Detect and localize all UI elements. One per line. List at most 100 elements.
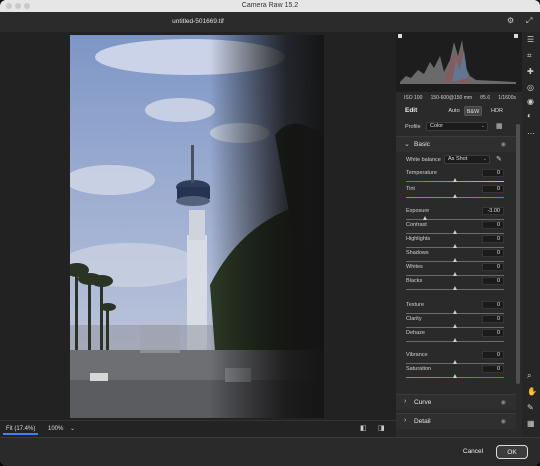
basic-section-header[interactable]: ⌄ Basic ◉ [396,136,516,152]
shadows-thumb[interactable] [452,258,457,262]
tool-rail: ☰ ⌗ ✚ ◎ ◉ ◐ ⋯ ⌕ ✋ ✎ ▦ [522,32,540,437]
saturation-label: Saturation [406,366,432,372]
chevron-down-icon: ⌄ [404,141,410,148]
contrast-value-field[interactable]: 0 [482,221,504,229]
vibrance-value-field[interactable]: 0 [482,351,504,359]
masking-icon[interactable]: ◎ [527,84,534,92]
profile-select[interactable]: Color ⌄ [426,122,488,131]
whites-label: Whites [406,264,423,270]
tint-slider[interactable]: Tint 0 [396,185,516,208]
exposure-label: Exposure [406,208,430,214]
image-canvas[interactable] [0,32,396,420]
temperature-thumb[interactable] [452,178,457,182]
white-balance-label: White balance [406,157,441,163]
dehaze-slider[interactable]: Dehaze 0 [396,329,516,352]
white-balance-value: As Shot [448,156,468,162]
iso-value: ISO 100 [404,95,423,101]
window-title: Camera Raw 15.2 [241,2,299,9]
chevron-down-icon: ⌄ [480,123,485,129]
exposure-thumb[interactable] [423,216,428,220]
document-bar: untitled-501669.tif ⚙ ⤢ [0,12,540,32]
grid-icon[interactable]: ▦ [527,420,535,428]
color-sampler-icon[interactable]: ✎ [527,404,534,412]
clarity-thumb[interactable] [452,324,457,328]
contrast-thumb[interactable] [452,230,457,234]
saturation-thumb[interactable] [452,374,457,378]
whites-thumb[interactable] [452,272,457,276]
highlights-value-field[interactable]: 0 [482,235,504,243]
profile-browser-icon[interactable]: ▦ [496,123,503,131]
edit-header: Edit Auto B&W HDR [396,104,516,118]
photo-image [70,35,324,418]
ok-button[interactable]: OK [496,445,528,459]
highlights-thumb[interactable] [452,244,457,248]
presets-icon[interactable]: ◐ [527,112,532,120]
photo-preview [70,35,324,418]
shadows-label: Shadows [406,250,429,256]
edit-panel: ISO 100 150-600@150 mm f/5.6 1/1600s Edi… [396,32,522,437]
zoom-icon[interactable]: ⌕ [527,372,531,380]
chevron-down-icon: ⌄ [482,156,487,162]
cancel-button[interactable]: Cancel [454,445,492,459]
detail-section-title: Detail [414,418,431,425]
clarity-value-field[interactable]: 0 [482,315,504,323]
temperature-value-field[interactable]: 0 [482,169,504,177]
tint-value-field[interactable]: 0 [482,185,504,193]
edit-sliders-icon[interactable]: ☰ [527,36,534,44]
zoom-level-button[interactable]: 100% [48,426,63,432]
vibrance-thumb[interactable] [452,360,457,364]
vibrance-label: Vibrance [406,352,428,358]
exposure-value-field[interactable]: -3.00 [482,207,504,215]
white-balance-row: White balance As Shot ⌄ ✎ [396,154,516,166]
tint-label: Tint [406,186,415,192]
eyedropper-icon[interactable]: ✎ [496,156,502,164]
curve-section-header[interactable]: › Curve ◉ [396,394,516,410]
healing-icon[interactable]: ✚ [527,68,534,76]
blacks-thumb[interactable] [452,286,457,290]
shadows-value-field[interactable]: 0 [482,249,504,257]
whites-value-field[interactable]: 0 [482,263,504,271]
chevron-down-icon[interactable]: ⌄ [70,425,75,433]
dialog-buttons: Cancel OK [0,437,540,466]
dehaze-value-field[interactable]: 0 [482,329,504,337]
exposure-track[interactable] [406,219,504,220]
crop-icon[interactable]: ⌗ [527,52,532,60]
bw-button[interactable]: B&W [464,106,482,116]
visibility-eye-icon[interactable]: ◉ [501,418,506,425]
title-bar: Camera Raw 15.2 [0,0,540,12]
detail-section-header[interactable]: › Detail ◉ [396,413,516,429]
focal-length-value: 150-600@150 mm [430,95,473,101]
before-after-icon[interactable]: ◧ [360,425,367,433]
texture-thumb[interactable] [452,310,457,314]
fullscreen-icon[interactable]: ⤢ [526,17,532,25]
histogram[interactable] [396,32,522,92]
camera-metadata: ISO 100 150-600@150 mm f/5.6 1/1600s [396,92,522,104]
camera-raw-window: Camera Raw 15.2 untitled-501669.tif ⚙ ⤢ [0,0,540,466]
white-balance-select[interactable]: As Shot ⌄ [444,155,490,164]
hand-icon[interactable]: ✋ [527,388,537,396]
clarity-label: Clarity [406,316,422,322]
hdr-button[interactable]: HDR [488,106,506,116]
blacks-value-field[interactable]: 0 [482,277,504,285]
auto-button[interactable]: Auto [446,106,462,116]
dehaze-thumb[interactable] [452,338,457,342]
saturation-value-field[interactable]: 0 [482,365,504,373]
texture-value-field[interactable]: 0 [482,301,504,309]
more-options-icon[interactable]: ⋯ [527,130,535,138]
gear-icon[interactable]: ⚙ [507,17,514,25]
visibility-eye-icon[interactable]: ◉ [501,399,506,406]
edit-title: Edit [405,107,418,114]
tint-thumb[interactable] [452,194,457,198]
red-eye-icon[interactable]: ◉ [527,98,534,106]
shutter-value: 1/1600s [498,95,516,101]
highlights-label: Highlights [406,236,431,242]
saturation-slider[interactable]: Saturation 0 [396,365,516,388]
basic-section-title: Basic [414,141,430,148]
panel-scrollbar[interactable] [516,104,520,434]
compare-view-icon[interactable]: ◨ [378,425,385,433]
panel-scrollbar-thumb[interactable] [516,124,520,384]
profile-row: Profile Color ⌄ ▦ [396,121,516,135]
visibility-eye-icon[interactable]: ◉ [501,141,506,148]
fit-zoom-button[interactable]: Fit (17.4%) [3,424,39,435]
blacks-slider[interactable]: Blacks 0 [396,277,516,300]
